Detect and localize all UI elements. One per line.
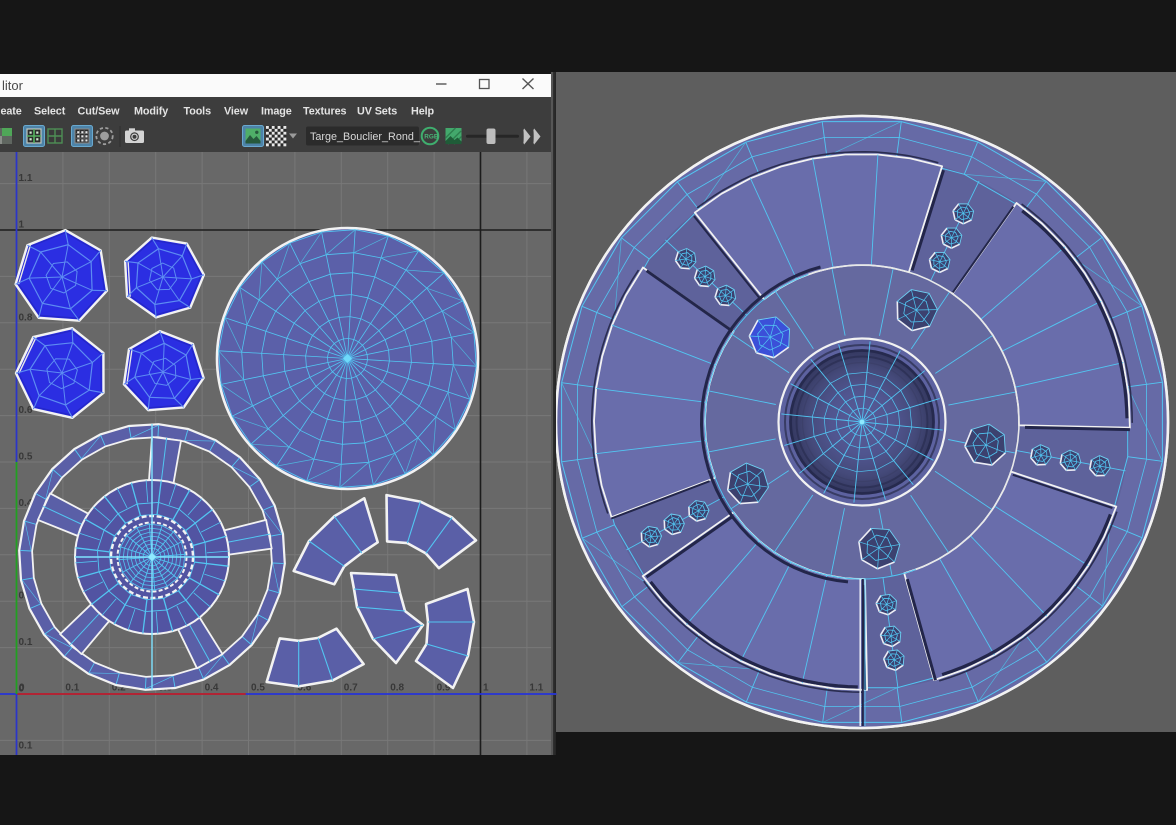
svg-text:Select: Select xyxy=(34,106,66,118)
svg-text:Targe_Bouclier_Rond_: Targe_Bouclier_Rond_ xyxy=(310,131,421,143)
svg-text:Help: Help xyxy=(411,106,435,118)
svg-text:0.7: 0.7 xyxy=(344,683,358,694)
svg-text:Tools: Tools xyxy=(184,106,212,118)
svg-text:UV Sets: UV Sets xyxy=(357,106,397,118)
svg-text:1: 1 xyxy=(483,683,489,694)
svg-text:0.5: 0.5 xyxy=(251,683,265,694)
svg-text:0: 0 xyxy=(19,683,25,694)
svg-text:0.8: 0.8 xyxy=(19,312,33,323)
svg-text:View: View xyxy=(224,106,249,118)
svg-text:0.1: 0.1 xyxy=(19,741,33,752)
svg-text:1.1: 1.1 xyxy=(529,683,543,694)
svg-text:0.1: 0.1 xyxy=(19,637,33,648)
svg-text:Modify: Modify xyxy=(134,106,168,118)
svg-text:0.1: 0.1 xyxy=(65,683,79,694)
svg-text:0.5: 0.5 xyxy=(19,452,33,463)
svg-text:eate: eate xyxy=(1,106,22,118)
svg-text:Image: Image xyxy=(261,106,292,118)
svg-text:1: 1 xyxy=(19,220,25,231)
svg-text:0.8: 0.8 xyxy=(390,683,404,694)
svg-text:1.1: 1.1 xyxy=(19,173,33,184)
svg-text:0.4: 0.4 xyxy=(205,683,219,694)
svg-text:Cut/Sew: Cut/Sew xyxy=(78,106,121,118)
svg-text:Textures: Textures xyxy=(303,106,347,118)
svg-text:0.6: 0.6 xyxy=(19,405,33,416)
svg-text:RGB: RGB xyxy=(424,134,439,141)
svg-text:litor: litor xyxy=(2,78,24,93)
